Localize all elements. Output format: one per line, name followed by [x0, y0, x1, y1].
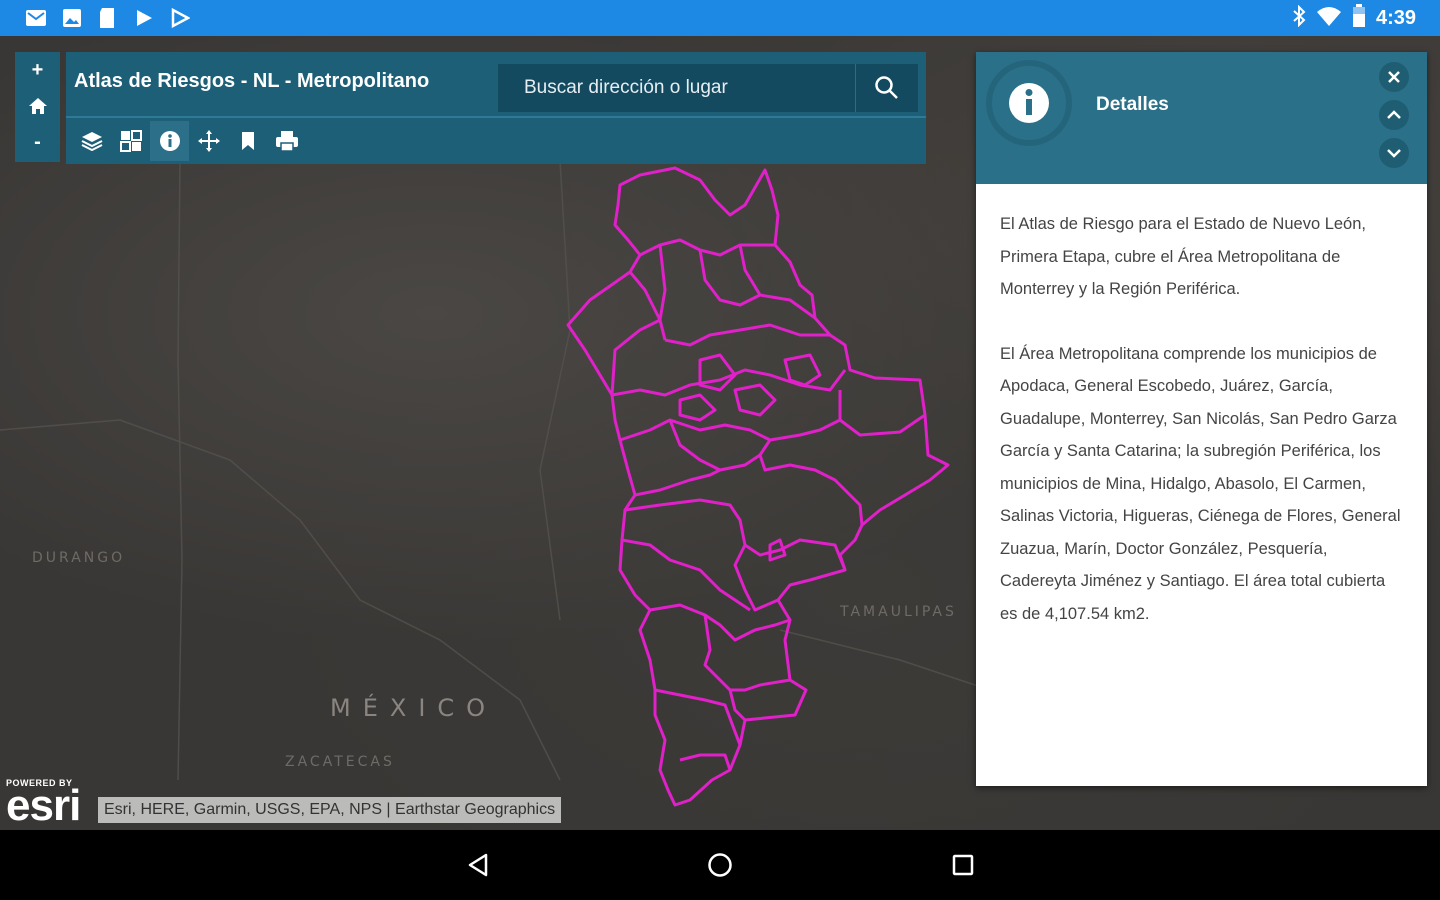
details-content: El Atlas de Riesgo para el Estado de Nue…: [976, 184, 1427, 630]
details-header: Detalles: [976, 52, 1427, 184]
recents-button[interactable]: [948, 850, 978, 880]
system-icons: 4:39: [1292, 4, 1416, 33]
zoom-controls: + -: [15, 52, 60, 162]
label-mexico: MÉXICO: [330, 694, 498, 722]
gmail-icon: [24, 6, 48, 30]
basemap-icon: [119, 130, 142, 152]
back-button[interactable]: [463, 850, 493, 880]
pan-button[interactable]: [189, 121, 228, 161]
chevron-up-icon: [1387, 110, 1401, 119]
wifi-icon: [1316, 5, 1342, 32]
bookmark-icon: [241, 132, 254, 150]
photos-icon: [60, 6, 84, 30]
status-bar: 4:39: [0, 0, 1440, 36]
esri-wordmark: esri: [6, 781, 81, 830]
layers-button[interactable]: [72, 121, 111, 161]
home-nav-button[interactable]: [705, 850, 735, 880]
play-store-icon: [132, 6, 156, 30]
details-title: Detalles: [1096, 94, 1169, 115]
close-icon: [1388, 71, 1400, 83]
battery-icon: [1352, 4, 1366, 33]
label-zacatecas: ZACATECAS: [285, 754, 395, 770]
chevron-down-icon: [1387, 149, 1401, 158]
details-paragraph: El Área Metropolitana comprende los muni…: [1000, 344, 1401, 623]
navigation-bar: [0, 830, 1440, 900]
municipal-boundaries: [566, 166, 950, 807]
bookmark-button[interactable]: [228, 121, 267, 161]
layers-icon: [81, 132, 102, 151]
recents-icon: [952, 854, 974, 876]
esri-logo[interactable]: POWERED BY esri: [6, 778, 81, 830]
home-button[interactable]: [15, 88, 60, 124]
notification-icons: [24, 6, 192, 30]
close-details-button[interactable]: [1379, 62, 1409, 92]
collapse-up-button[interactable]: [1379, 100, 1409, 130]
map-attribution[interactable]: Esri, HERE, Garmin, USGS, EPA, NPS | Ear…: [98, 797, 562, 823]
print-icon: [275, 131, 298, 152]
info-button[interactable]: [150, 121, 189, 161]
zoom-in-button[interactable]: +: [15, 52, 60, 88]
info-icon: [159, 131, 180, 151]
details-info-badge: [986, 60, 1072, 146]
app-header: Atlas de Riesgos - NL - Metropolitano Bu…: [66, 52, 926, 164]
search-box: Buscar dirección o lugar: [498, 64, 918, 112]
print-button[interactable]: [267, 121, 306, 161]
toolbar: [66, 116, 926, 164]
pan-icon: [197, 130, 220, 152]
clock: 4:39: [1375, 7, 1416, 29]
home-icon: [28, 98, 47, 114]
play-movies-icon: [168, 6, 192, 30]
label-durango: DURANGO: [32, 550, 126, 566]
basemap-button[interactable]: [111, 121, 150, 161]
label-tamaulipas: TAMAULIPAS: [840, 604, 957, 620]
zoom-out-button[interactable]: -: [15, 124, 60, 160]
info-icon: [1009, 83, 1049, 123]
home-circle-icon: [708, 853, 732, 877]
details-paragraph: El Atlas de Riesgo para el Estado de Nue…: [1000, 215, 1366, 298]
search-input[interactable]: Buscar dirección o lugar: [498, 77, 855, 99]
details-panel: Detalles El Atlas de Riesgo para el Esta…: [976, 52, 1427, 786]
clipboard-icon: [96, 6, 120, 30]
app-title: Atlas de Riesgos - NL - Metropolitano: [74, 70, 430, 92]
back-icon: [468, 853, 488, 877]
state-borders: [0, 159, 1021, 781]
bluetooth-icon: [1292, 4, 1306, 32]
expand-down-button[interactable]: [1379, 138, 1409, 168]
search-icon: [875, 76, 898, 99]
search-button[interactable]: [855, 64, 918, 112]
